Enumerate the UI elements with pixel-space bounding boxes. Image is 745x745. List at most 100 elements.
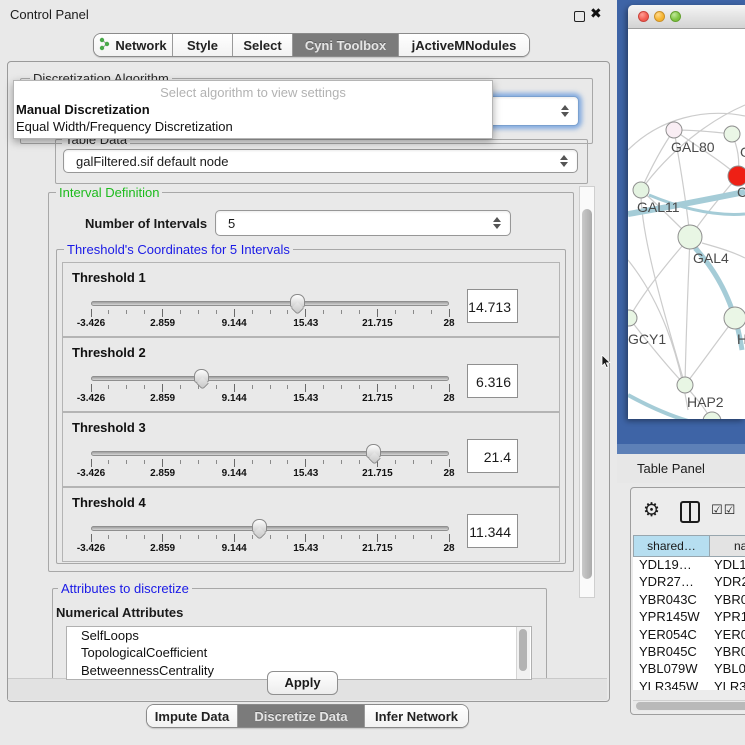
tick-label: 9.144 [222,543,247,554]
panel-scrollbar-thumb[interactable] [582,209,592,579]
node-label: HAP2 [687,394,724,410]
tick-label: 15.43 [293,468,318,479]
slider-track[interactable] [91,451,449,456]
minimize-traffic-icon[interactable] [654,11,665,22]
tick-label: 21.715 [362,468,393,479]
minor-tick [287,310,288,314]
gear-icon[interactable]: ⚙ [643,499,660,521]
stepper-icon [560,155,568,167]
network-node-gal4[interactable] [678,225,702,249]
network-edge-thick[interactable] [628,395,688,419]
table-data-combobox[interactable]: galFiltered.sif default node [63,149,578,173]
major-tick [305,309,306,317]
tab-style[interactable]: Style [173,34,233,56]
tick-label: -3.426 [77,318,105,329]
minor-tick [359,535,360,539]
node-label: C [737,184,745,200]
tab-network[interactable]: Network [94,34,173,56]
bottom-tab-label: Infer Network [375,709,458,724]
panel-scrollbar[interactable] [579,186,595,598]
network-node-gal80[interactable] [666,122,682,138]
list-scrollbar[interactable] [516,627,530,679]
network-node-c[interactable] [728,166,745,186]
hscroll-thumb[interactable] [636,702,745,710]
slider-ticks: -3.4262.8599.14415.4321.71528 [91,534,449,554]
network-edge[interactable] [629,318,685,385]
minor-tick [126,535,127,539]
tab-cyni-toolbox[interactable]: Cyni Toolbox [293,34,399,56]
table-rows[interactable]: YDL19…YDL1YDR27…YDR2YBR043CYBR0YPR145WYP… [633,557,745,690]
close-traffic-icon[interactable] [638,11,649,22]
major-tick [305,384,306,392]
network-edge[interactable] [685,237,690,385]
tick-label: -3.426 [77,468,105,479]
column-header-name[interactable]: na [710,535,745,557]
tick-label: 28 [443,318,454,329]
minor-tick [126,310,127,314]
network-node-hap2[interactable] [677,377,693,393]
table-row[interactable]: YBR043CYBR0 [633,592,745,609]
network-window-titlebar[interactable] [628,5,745,29]
network-canvas[interactable]: GAL80GACGAL11GAL4HGCY1HAP2 [628,29,745,419]
list-item[interactable]: SelfLoops [67,627,531,644]
slider-thumb[interactable] [194,369,209,383]
slider-track[interactable] [91,376,449,381]
table-row[interactable]: YDL19…YDL1 [633,557,745,574]
minor-tick [252,460,253,464]
dropdown-option-manual[interactable]: Manual Discretization [16,102,150,117]
list-item[interactable]: TopologicalCoefficient [67,644,531,661]
slider-track[interactable] [91,301,449,306]
threshold-value-field[interactable]: 11.344 [467,514,518,548]
network-edge[interactable] [641,130,674,190]
checkbox-icons[interactable]: ☑☑ [711,503,736,518]
network-node-gcy1[interactable] [628,310,637,326]
slider-track[interactable] [91,526,449,531]
table-row[interactable]: YPR145WYPR1 [633,609,745,626]
slider-thumb[interactable] [290,294,305,308]
numerical-attributes-label: Numerical Attributes [56,605,183,620]
zoom-traffic-icon[interactable] [670,11,681,22]
column-header-shared-name[interactable]: shared… [633,535,710,557]
network-node-gal11[interactable] [633,182,649,198]
node-label: GA [740,144,745,160]
tab-select[interactable]: Select [233,34,293,56]
bottom-tab-discretize-data[interactable]: Discretize Data [238,705,365,727]
threshold-value-field[interactable]: 6.316 [467,364,518,398]
close-icon[interactable]: ✖ [590,5,602,22]
float-window-icon[interactable] [574,11,585,22]
minor-tick [431,460,432,464]
table-row[interactable]: YBR045CYBR0 [633,644,745,661]
minor-tick [252,385,253,389]
slider-thumb[interactable] [366,444,381,458]
table-row[interactable]: YBL079WYBL0 [633,661,745,678]
network-edge[interactable] [685,318,735,385]
slider-thumb[interactable] [252,519,267,533]
network-node[interactable] [703,412,721,419]
network-view-window[interactable]: GAL80GACGAL11GAL4HGCY1HAP2 [628,5,745,419]
network-edge[interactable] [641,190,685,385]
number-of-intervals-combobox[interactable]: 5 [215,210,511,236]
network-node-h[interactable] [724,307,745,329]
minor-tick [359,460,360,464]
tab-jactivemnodules[interactable]: jActiveMNodules [399,34,529,56]
slider-ticks: -3.4262.8599.14415.4321.71528 [91,459,449,479]
threshold-value-field[interactable]: 14.713 [467,289,518,323]
cell-shared-name: YER054C [633,627,712,642]
table-horizontal-scrollbar[interactable] [633,700,745,711]
table-row[interactable]: YLR345WYLR3 [633,679,745,690]
network-edge[interactable] [629,237,690,318]
bottom-tab-impute-data[interactable]: Impute Data [147,705,238,727]
table-row[interactable]: YDR27…YDR2 [633,574,745,591]
minor-tick [144,535,145,539]
dropdown-option-equal-width[interactable]: Equal Width/Frequency Discretization [16,119,233,134]
split-columns-icon[interactable] [680,501,700,523]
tick-label: 15.43 [293,318,318,329]
stepper-icon [493,217,501,229]
bottom-tab-infer-network[interactable]: Infer Network [365,705,468,727]
threshold-value-field[interactable]: 21.4 [467,439,518,473]
network-edge[interactable] [674,130,732,134]
tick-label: 28 [443,468,454,479]
apply-button[interactable]: Apply [267,671,338,695]
table-row[interactable]: YER054CYER0 [633,627,745,644]
network-node-ga[interactable] [724,126,740,142]
